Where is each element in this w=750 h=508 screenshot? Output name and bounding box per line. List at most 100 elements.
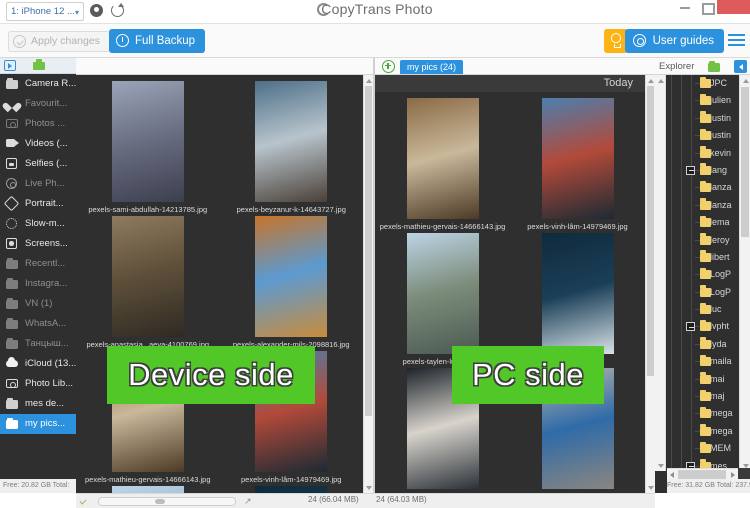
explorer-tree-row[interactable]: MEM bbox=[667, 440, 738, 458]
explorer-tree-row[interactable]: kevin bbox=[667, 144, 738, 162]
photo-thumbnail[interactable] bbox=[541, 233, 614, 354]
explorer-tree-row[interactable]: lang bbox=[667, 161, 738, 180]
explorer-tree-row[interactable]: lanza bbox=[667, 196, 738, 215]
photo-thumbnail[interactable] bbox=[111, 81, 184, 202]
add-folder-icon[interactable] bbox=[382, 60, 395, 73]
photo-thumbnail[interactable] bbox=[255, 486, 328, 493]
scroll-thumb[interactable] bbox=[365, 86, 372, 416]
device-photo-item[interactable]: pexels-sami-abdullah-14213785.jpg bbox=[76, 81, 220, 214]
photo-thumbnail[interactable] bbox=[541, 98, 614, 219]
slider-knob[interactable] bbox=[155, 499, 165, 504]
scroll-down-icon[interactable] bbox=[364, 483, 373, 493]
explorer-tree-row[interactable]: LogP bbox=[667, 266, 738, 284]
scroll-right-icon[interactable] bbox=[728, 470, 738, 479]
explorer-tree-row[interactable]: justin bbox=[667, 127, 738, 145]
device-photo-item[interactable]: pexels-beyzanur-k-14643727.jpg bbox=[220, 81, 364, 214]
sidebar-item-11[interactable]: VN (1) bbox=[0, 294, 76, 314]
folder-icon bbox=[6, 297, 18, 309]
sidebar-item-15[interactable]: Photo Lib... bbox=[0, 374, 76, 394]
sidebar-item-1[interactable]: Favourit... bbox=[0, 94, 76, 114]
photo-thumbnail[interactable] bbox=[255, 216, 328, 337]
camera-icon bbox=[6, 119, 18, 128]
pc-grid-scroll-area[interactable]: Today pexels-mathieu-gervais-14666143.jp… bbox=[375, 75, 645, 493]
sidebar-item-6[interactable]: Portrait... bbox=[0, 194, 76, 214]
pc-photo-item[interactable]: pexels-mathieu-gervais-14666143.jpg bbox=[375, 98, 510, 231]
sidebar-item-14[interactable]: iCloud (13... bbox=[0, 354, 76, 374]
pc-photo-item[interactable]: pexels-vinh-lâm-14979469.jpg bbox=[510, 98, 645, 231]
scroll-up-icon[interactable] bbox=[646, 75, 655, 85]
explorer-tree-row[interactable]: leroy bbox=[667, 231, 738, 249]
thumbnail-size-slider[interactable] bbox=[98, 497, 236, 506]
sidebar-item-10[interactable]: Instagra... bbox=[0, 274, 76, 294]
sidebar-item-16[interactable]: mes de... bbox=[0, 394, 76, 414]
device-photo-item[interactable]: pexels-alexander-mils-2098816.jpg bbox=[220, 216, 364, 349]
explorer-tree-row[interactable]: mai bbox=[667, 370, 738, 389]
photo-thumbnail[interactable] bbox=[255, 81, 328, 202]
pc-folder-tab[interactable]: my pics (24) bbox=[400, 60, 464, 74]
sidebar-item-8[interactable]: Screens... bbox=[0, 234, 76, 254]
expand-icon[interactable]: ↗ bbox=[244, 496, 254, 506]
sidebar-item-2[interactable]: Photos ... bbox=[0, 114, 76, 134]
tree-expander-icon[interactable] bbox=[686, 165, 695, 175]
close-button[interactable] bbox=[717, 0, 750, 14]
sidebar-item-13[interactable]: Танцыш... bbox=[0, 334, 76, 354]
hamburger-icon[interactable] bbox=[728, 34, 745, 48]
sidebar-item-3[interactable]: Videos (... bbox=[0, 134, 76, 154]
scroll-up-icon[interactable] bbox=[364, 75, 373, 85]
device-photo-item[interactable]: pexels-anastasia...aeva-4100769.jpg bbox=[76, 216, 220, 349]
pc-vertical-scrollbar[interactable] bbox=[645, 75, 655, 493]
green-folder-icon[interactable] bbox=[708, 60, 720, 72]
explorer-tree-row[interactable]: mega bbox=[667, 405, 738, 423]
photo-thumbnail[interactable] bbox=[111, 216, 184, 337]
explorer-tree-row[interactable]: LogP bbox=[667, 283, 738, 302]
explorer-tree-row[interactable]: lyda bbox=[667, 335, 738, 354]
explorer-tree-row[interactable]: libert bbox=[667, 248, 738, 267]
sidebar-tab-device[interactable] bbox=[3, 59, 18, 73]
device-photo-item[interactable] bbox=[76, 486, 220, 493]
scroll-down-icon[interactable] bbox=[656, 461, 665, 471]
photo-thumbnail[interactable] bbox=[406, 98, 479, 219]
explorer-vertical-scrollbar[interactable] bbox=[739, 75, 750, 471]
full-backup-button[interactable]: Full Backup bbox=[109, 29, 206, 53]
explorer-tree-row[interactable]: JPC bbox=[667, 75, 738, 93]
device-vertical-scrollbar[interactable] bbox=[363, 75, 373, 493]
explorer-tree-row[interactable]: maila bbox=[667, 353, 738, 371]
collapse-panel-icon[interactable] bbox=[734, 60, 747, 73]
scroll-thumb[interactable] bbox=[647, 86, 654, 376]
check-icon[interactable] bbox=[79, 497, 88, 505]
sidebar-item-7[interactable]: Slow-m... bbox=[0, 214, 76, 234]
sidebar-item-4[interactable]: Selfies (... bbox=[0, 154, 76, 174]
apply-changes-button[interactable]: Apply changes bbox=[8, 31, 110, 52]
sidebar-item-5[interactable]: Live Ph... bbox=[0, 174, 76, 194]
tree-expander-icon[interactable] bbox=[686, 322, 695, 332]
explorer-tree-row[interactable]: lanza bbox=[667, 179, 738, 197]
explorer-tree-row[interactable]: mega bbox=[667, 422, 738, 441]
explorer-tree-row[interactable]: julien bbox=[667, 92, 738, 110]
explorer-tree-row[interactable]: maj bbox=[667, 388, 738, 406]
minimize-button[interactable] bbox=[675, 0, 696, 14]
sidebar-item-0[interactable]: Camera R... bbox=[0, 74, 76, 94]
user-guides-button[interactable]: User guides bbox=[624, 29, 724, 53]
device-panel-header bbox=[76, 58, 373, 75]
device-photo-grid: pexels-sami-abdullah-14213785.jpg pexels-… bbox=[76, 75, 363, 493]
scroll-up-icon[interactable] bbox=[656, 75, 665, 85]
explorer-left-scrollbar[interactable] bbox=[655, 75, 666, 471]
explorer-tree-row[interactable]: justin bbox=[667, 109, 738, 128]
sidebar-item-12[interactable]: WhatsA... bbox=[0, 314, 76, 334]
explorer-tree-row[interactable]: lema bbox=[667, 214, 738, 232]
sidebar-item-9[interactable]: Recentl... bbox=[0, 254, 76, 274]
explorer-tree-row[interactable]: luc bbox=[667, 301, 738, 319]
scroll-left-icon[interactable] bbox=[667, 470, 677, 479]
photo-thumbnail[interactable] bbox=[406, 233, 479, 354]
device-grid-scroll-area[interactable]: pexels-sami-abdullah-14213785.jpg pexels-… bbox=[76, 75, 363, 493]
sidebar-tab-pc[interactable] bbox=[32, 59, 47, 73]
photo-thumbnail[interactable] bbox=[111, 486, 184, 493]
maximize-button[interactable] bbox=[696, 0, 717, 15]
explorer-tree-row[interactable]: lvpht bbox=[667, 318, 738, 336]
scroll-down-icon[interactable] bbox=[646, 483, 655, 493]
scroll-up-icon[interactable] bbox=[741, 75, 750, 85]
device-photo-item[interactable] bbox=[220, 486, 364, 493]
sidebar-item-17[interactable]: my pics... bbox=[0, 414, 76, 434]
scroll-thumb[interactable] bbox=[678, 470, 726, 479]
scroll-thumb[interactable] bbox=[741, 87, 749, 237]
